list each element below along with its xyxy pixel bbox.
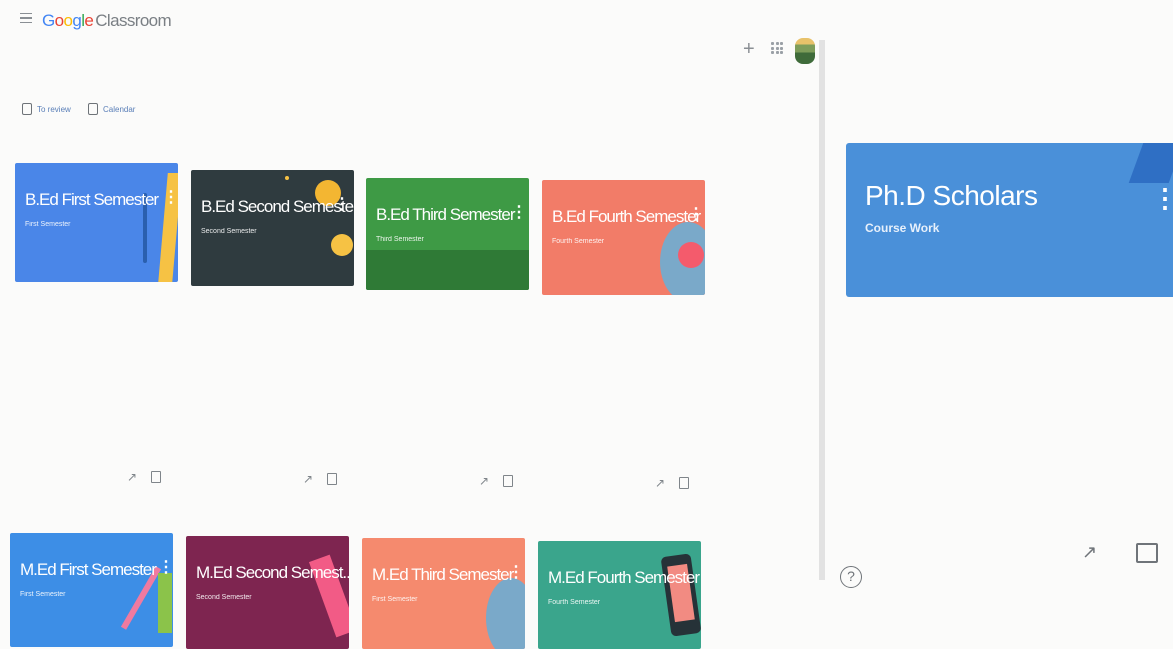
class-card-phd-scholars[interactable]: Ph.D Scholars Course Work ⋮ — [846, 143, 1173, 297]
class-title[interactable]: M.Ed Second Semest... — [196, 563, 349, 583]
logo-letter: G — [42, 11, 55, 30]
help-label: ? — [847, 568, 855, 584]
more-options-icon[interactable]: ⋮ — [334, 197, 350, 213]
to-review-link[interactable]: To review — [22, 103, 71, 115]
assignment-icon — [22, 103, 32, 115]
class-title[interactable]: B.Ed Third Semester — [376, 205, 515, 225]
class-section: Second Semester — [201, 228, 257, 235]
logo-product-name: Classroom — [95, 11, 172, 30]
card-footer-bed-second: ↗ — [303, 472, 338, 486]
class-title[interactable]: B.Ed Second Semester — [201, 197, 354, 217]
class-section: First Semester — [372, 596, 418, 603]
folder-icon[interactable] — [151, 471, 162, 483]
card-footer-bed-fourth: ↗ — [655, 476, 690, 490]
class-section: Second Semester — [196, 594, 252, 601]
logo-letter: o — [63, 11, 73, 30]
folder-icon[interactable] — [679, 477, 690, 489]
hamburger-menu-icon[interactable] — [20, 13, 32, 25]
class-title[interactable]: B.Ed Fourth Semester — [552, 207, 701, 227]
calendar-label: Calendar — [103, 104, 136, 114]
gradebook-trend-icon[interactable]: ↗ — [1082, 542, 1097, 563]
more-options-icon[interactable]: ⋮ — [158, 560, 173, 576]
class-card-bed-third[interactable]: B.Ed Third Semester Third Semester ⋮ — [366, 178, 529, 290]
calendar-link[interactable]: Calendar — [88, 103, 135, 115]
more-options-icon[interactable]: ⋮ — [688, 207, 704, 223]
class-title[interactable]: M.Ed Fourth Semester — [548, 568, 700, 588]
logo-letter: e — [84, 11, 94, 30]
card-footer-bed-first: ↗ — [127, 470, 162, 484]
class-card-bed-second[interactable]: B.Ed Second Semester Second Semester ⋮ — [191, 170, 354, 286]
google-classroom-logo[interactable]: Google Classroom — [42, 11, 172, 31]
class-card-med-third[interactable]: M.Ed Third Semester First Semester ⋮ — [362, 538, 525, 649]
folder-icon[interactable] — [503, 475, 514, 487]
account-avatar[interactable] — [795, 38, 815, 64]
more-options-icon[interactable]: ⋮ — [511, 205, 527, 221]
create-join-plus-icon[interactable]: + — [743, 39, 755, 59]
class-section: Fourth Semester — [548, 599, 601, 606]
gradebook-trend-icon[interactable]: ↗ — [655, 476, 665, 490]
more-options-icon[interactable]: ⋮ — [1152, 183, 1173, 214]
class-card-bed-fourth[interactable]: B.Ed Fourth Semester Fourth Semester ⋮ — [542, 180, 705, 295]
class-card-med-fourth[interactable]: M.Ed Fourth Semester Fourth Semester — [538, 541, 701, 649]
class-card-med-second[interactable]: M.Ed Second Semest... Second Semester — [186, 536, 349, 649]
class-card-bed-first[interactable]: B.Ed First Semester First Semester ⋮ — [15, 163, 178, 282]
class-card-med-first[interactable]: M.Ed First Semester First Semester ⋮ — [10, 533, 173, 647]
pane-divider — [819, 40, 825, 580]
gradebook-trend-icon[interactable]: ↗ — [127, 470, 137, 484]
folder-icon[interactable] — [327, 473, 338, 485]
class-section: Third Semester — [376, 236, 424, 243]
class-section: First Semester — [25, 221, 71, 228]
gradebook-trend-icon[interactable]: ↗ — [479, 474, 489, 488]
class-section: First Semester — [20, 591, 66, 598]
apps-grid-icon[interactable] — [771, 42, 783, 54]
class-title[interactable]: Ph.D Scholars — [865, 180, 1038, 212]
class-title[interactable]: M.Ed Third Semester — [372, 565, 514, 585]
class-title[interactable]: M.Ed First Semester — [20, 560, 157, 580]
folder-icon[interactable] — [1136, 543, 1158, 563]
calendar-icon — [88, 103, 98, 115]
class-section: Course Work — [865, 221, 940, 235]
logo-letter: g — [72, 11, 82, 30]
gradebook-trend-icon[interactable]: ↗ — [303, 472, 313, 486]
class-section: Fourth Semester — [552, 238, 605, 245]
card-footer-bed-third: ↗ — [479, 474, 514, 488]
more-options-icon[interactable]: ⋮ — [508, 565, 524, 581]
to-review-label: To review — [37, 104, 71, 114]
help-icon[interactable]: ? — [840, 566, 862, 588]
class-title[interactable]: B.Ed First Semester — [25, 190, 159, 210]
more-options-icon[interactable]: ⋮ — [163, 190, 178, 206]
